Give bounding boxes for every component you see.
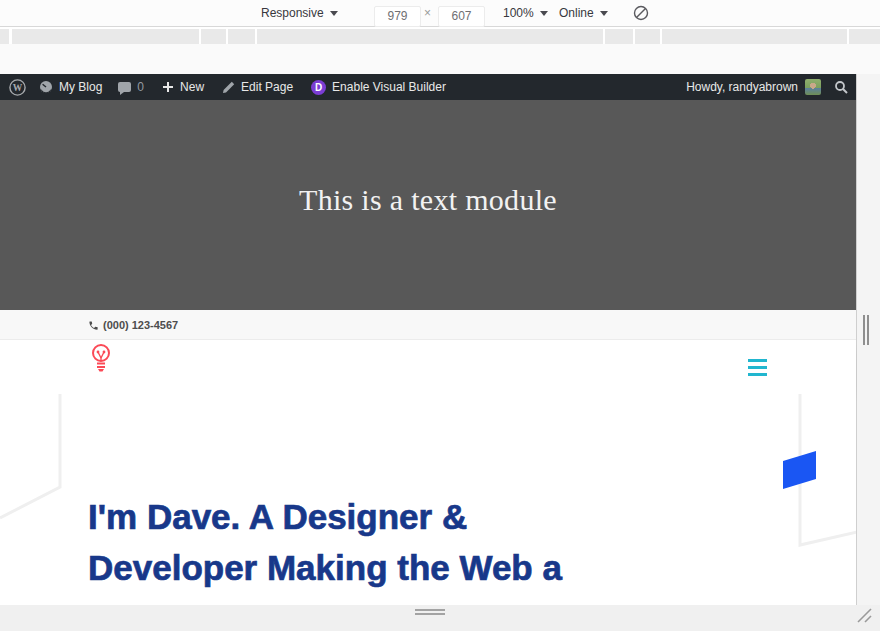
comment-icon xyxy=(118,82,131,92)
network-throttle-selector[interactable]: Online xyxy=(559,0,608,26)
hero-heading: I'm Dave. A Designer & Developer Making … xyxy=(88,491,562,593)
howdy-account-menu[interactable]: Howdy, randyabrown xyxy=(686,80,798,94)
device-selector[interactable]: Responsive xyxy=(261,0,338,26)
hamburger-menu-button[interactable] xyxy=(748,359,767,380)
lightbulb-logo[interactable] xyxy=(90,343,112,373)
chevron-down-icon xyxy=(540,11,548,16)
viewport-width-input[interactable]: 979 xyxy=(374,6,421,27)
device-selector-label: Responsive xyxy=(261,6,324,20)
avatar[interactable] xyxy=(805,79,821,95)
hamburger-icon xyxy=(748,359,767,362)
viewport-width-field[interactable]: 979 xyxy=(374,3,421,29)
svg-text:W: W xyxy=(13,82,23,92)
hero-heading-line1: I'm Dave. A Designer & xyxy=(88,491,562,542)
site-menu[interactable]: My Blog xyxy=(39,74,102,100)
zoom-selector[interactable]: 100% xyxy=(503,0,548,26)
hero-heading-line2: Developer Making the Web a xyxy=(88,542,562,593)
rdm-toolbar: Responsive 979 × 607 100% Online xyxy=(0,0,880,27)
top-phone-bar: (000) 123-4567 xyxy=(0,310,856,340)
edit-page-menu[interactable]: Edit Page xyxy=(222,74,293,100)
rdm-right-gutter xyxy=(857,74,880,605)
edit-page-label: Edit Page xyxy=(241,80,293,94)
responsive-viewport: W My Blog 0 New Edit Page xyxy=(0,74,857,605)
phone-icon xyxy=(88,320,99,331)
pencil-icon xyxy=(222,81,235,94)
new-content-menu[interactable]: New xyxy=(162,74,204,100)
dark-banner-section: This is a text module xyxy=(0,100,856,310)
viewport-resize-handle-bottom[interactable] xyxy=(415,609,445,617)
comments-menu[interactable]: 0 xyxy=(118,74,144,100)
network-status-label: Online xyxy=(559,6,594,20)
new-label: New xyxy=(180,80,204,94)
viewport-height-field[interactable]: 607 xyxy=(438,3,485,29)
site-name-label: My Blog xyxy=(59,80,102,94)
rdm-bottom-bar xyxy=(0,605,880,631)
phone-number[interactable]: (000) 123-4567 xyxy=(103,319,178,331)
text-module: This is a text module xyxy=(0,183,856,217)
hero-section: I'm Dave. A Designer & Developer Making … xyxy=(0,394,856,605)
enable-visual-builder-menu[interactable]: D Enable Visual Builder xyxy=(311,74,446,100)
chevron-down-icon xyxy=(330,11,338,16)
chevron-down-icon xyxy=(600,11,608,16)
rotate-viewport-icon xyxy=(632,4,650,22)
dimension-separator: × xyxy=(424,0,431,26)
wordpress-logo-icon: W xyxy=(9,79,26,96)
site-header xyxy=(0,340,856,394)
search-icon[interactable] xyxy=(834,80,848,94)
divi-icon: D xyxy=(311,80,326,95)
browser-tab-strip xyxy=(0,29,880,44)
comments-count: 0 xyxy=(137,80,144,94)
rotate-viewport-button[interactable] xyxy=(632,0,650,26)
zoom-level-label: 100% xyxy=(503,6,534,20)
visual-builder-label: Enable Visual Builder xyxy=(332,80,446,94)
dashboard-icon xyxy=(39,80,53,94)
plus-icon xyxy=(162,81,174,93)
viewport-resize-handle-right[interactable] xyxy=(863,315,869,345)
wp-admin-bar: W My Blog 0 New Edit Page xyxy=(0,74,856,100)
rdm-background xyxy=(0,44,880,74)
viewport-height-input[interactable]: 607 xyxy=(438,6,485,27)
wp-logo-menu[interactable]: W xyxy=(9,74,26,100)
viewport-resize-handle-corner[interactable] xyxy=(855,606,873,624)
